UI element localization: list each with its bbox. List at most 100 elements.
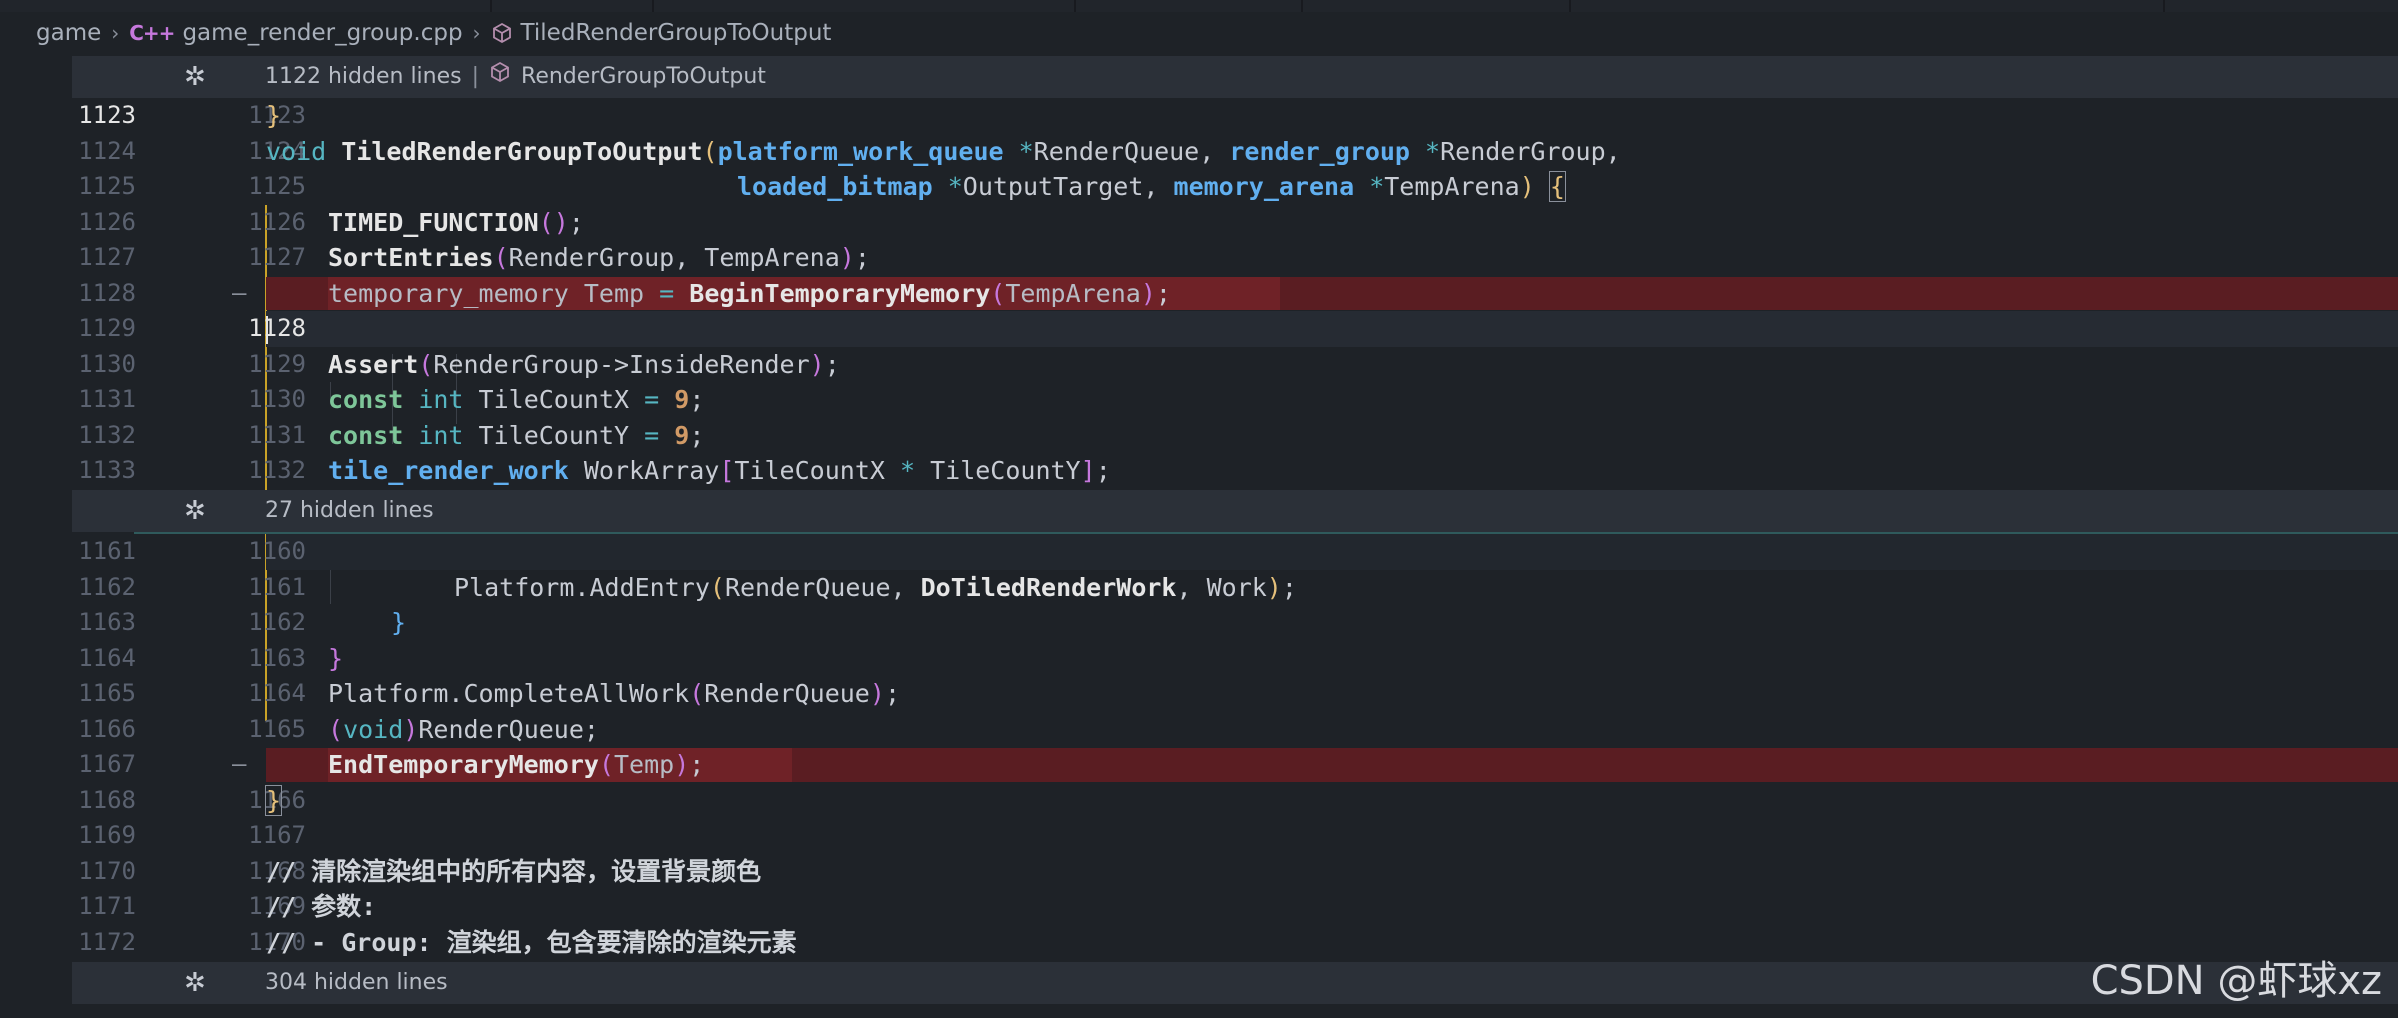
breadcrumb: game › C++ game_render_group.cpp › Tiled… bbox=[0, 12, 2398, 54]
line-number-modified: 1129 bbox=[248, 349, 306, 378]
punctuation: ; bbox=[689, 750, 705, 779]
line-number-modified: 1132 bbox=[248, 456, 306, 484]
code-line[interactable]: 1170 1168 // 清除渲染组中的所有内容，设置背景颜色 bbox=[72, 854, 2398, 890]
current-code-line[interactable]: 1129 1128 bbox=[72, 311, 2398, 347]
line-number-modified: 1166 bbox=[248, 785, 306, 814]
paren: ( bbox=[328, 714, 344, 744]
argument: TempArena bbox=[1005, 278, 1141, 308]
current-line-highlight bbox=[266, 311, 2398, 347]
number: 9 bbox=[674, 420, 690, 450]
code-line[interactable]: 1126 1126 TIMED_FUNCTION(); bbox=[72, 205, 2398, 241]
identifier: WorkArray bbox=[568, 456, 720, 485]
line-number-modified: 1125 bbox=[248, 172, 306, 200]
operator: * bbox=[899, 456, 916, 485]
unfold-icon[interactable]: ✲ bbox=[184, 490, 206, 532]
removed-code-line[interactable]: 1167 — EndTemporaryMemory(Temp); bbox=[72, 747, 2398, 783]
line-highlight bbox=[266, 534, 2398, 570]
code-line[interactable]: 1163 1162 } bbox=[72, 605, 2398, 641]
hidden-lines-bar[interactable]: ✲ 304 hidden lines bbox=[72, 962, 2398, 1004]
code-line[interactable]: 1161 1160 bbox=[72, 534, 2398, 570]
code-line[interactable]: 1162 1161 Platform.AddEntry(RenderQueue,… bbox=[72, 570, 2398, 606]
unfold-icon[interactable]: ✲ bbox=[184, 962, 206, 1004]
type-name: memory_arena bbox=[1173, 172, 1355, 201]
punctuation: ; bbox=[1095, 456, 1111, 485]
line-number-modified: 1162 bbox=[248, 608, 306, 636]
function-name: TIMED_FUNCTION bbox=[328, 207, 539, 237]
chevron-right-icon: › bbox=[472, 21, 481, 45]
line-number-original: 1167 bbox=[78, 750, 136, 778]
line-number-original: 1164 bbox=[78, 643, 136, 672]
identifier: RenderQueue; bbox=[418, 714, 599, 744]
code-line[interactable]: 1132 1131 const int TileCountY = 9; bbox=[72, 418, 2398, 454]
operator: = bbox=[644, 385, 660, 414]
removed-code-line[interactable]: 1128 — temporary_memory Temp = BeginTemp… bbox=[72, 276, 2398, 312]
code-line[interactable]: 1130 1129 Assert(RenderGroup->InsideRend… bbox=[72, 347, 2398, 383]
identifier: RenderQueue bbox=[1033, 136, 1200, 166]
tab-4[interactable] bbox=[1076, 0, 1303, 12]
code-line[interactable]: 1171 1169 // 参数: bbox=[72, 889, 2398, 925]
code-line[interactable]: 1124 1124 void TiledRenderGroupToOutput(… bbox=[72, 134, 2398, 170]
code-line[interactable]: 1123 1123 } bbox=[72, 98, 2398, 134]
line-number-original: 1129 bbox=[78, 314, 136, 342]
code-line[interactable]: 1168 1166 } bbox=[72, 783, 2398, 819]
breadcrumb-file[interactable]: C++ game_render_group.cpp bbox=[129, 20, 462, 46]
breadcrumb-folder[interactable]: game bbox=[36, 20, 101, 46]
line-number-original: 1169 bbox=[78, 821, 136, 849]
bracket: ] bbox=[1080, 456, 1096, 485]
argument: RenderGroup->InsideRender bbox=[433, 349, 810, 379]
code-line[interactable]: 1172 1170 // - Group: 渲染组，包含要清除的渲染元素 bbox=[72, 925, 2398, 961]
hidden-lines-symbol: RenderGroupToOutput bbox=[521, 64, 766, 89]
paren: ) bbox=[403, 714, 419, 744]
unfold-icon[interactable]: ✲ bbox=[184, 56, 206, 98]
operator: = bbox=[659, 278, 675, 308]
punctuation: ; bbox=[568, 207, 584, 237]
type-name: render_group bbox=[1229, 136, 1410, 166]
code-line[interactable]: 1131 1130 const int TileCountX = 9; bbox=[72, 382, 2398, 418]
paren: ) bbox=[1266, 572, 1282, 602]
code-line[interactable]: 1127 1127 SortEntries(RenderGroup, TempA… bbox=[72, 240, 2398, 276]
diff-editor[interactable]: ✲ 1122 hidden lines | RenderGroupToOutpu… bbox=[0, 54, 2398, 1018]
line-number-original: 1162 bbox=[78, 572, 136, 601]
line-number-modified: 1160 bbox=[248, 537, 306, 565]
brace: } bbox=[328, 643, 344, 673]
hidden-lines-count: 1122 hidden lines bbox=[265, 64, 462, 89]
operator: * bbox=[1409, 136, 1441, 166]
line-number-original: 1168 bbox=[78, 785, 136, 814]
line-number-original: 1172 bbox=[78, 927, 136, 956]
code-line[interactable]: 1165 1164 Platform.CompleteAllWork(Rende… bbox=[72, 676, 2398, 712]
code-line[interactable]: 1164 1163 } bbox=[72, 641, 2398, 677]
punctuation: ; bbox=[689, 420, 705, 450]
line-number-original: 1170 bbox=[78, 856, 136, 885]
identifier: TileCountX bbox=[734, 456, 900, 485]
tab-6[interactable] bbox=[1571, 0, 2165, 12]
separator: | bbox=[471, 64, 480, 89]
line-number-original: 1126 bbox=[78, 207, 136, 236]
hidden-lines-bar[interactable]: ✲ 1122 hidden lines | RenderGroupToOutpu… bbox=[72, 56, 2398, 98]
comment: // 清除渲染组中的所有内容，设置背景颜色 bbox=[266, 856, 762, 886]
tab-5[interactable] bbox=[1303, 0, 1571, 12]
breadcrumb-symbol[interactable]: TiledRenderGroupToOutput bbox=[491, 20, 831, 46]
tab-1[interactable] bbox=[0, 0, 492, 12]
hidden-lines-bar[interactable]: ✲ 27 hidden lines bbox=[72, 490, 2398, 532]
tab-2[interactable] bbox=[492, 0, 654, 12]
keyword: const bbox=[328, 420, 404, 450]
brace: { bbox=[1548, 171, 1566, 202]
operator: * bbox=[1354, 172, 1385, 201]
line-number-modified: 1164 bbox=[248, 679, 306, 707]
line-number-original: 1123 bbox=[78, 101, 136, 129]
operator: * bbox=[932, 172, 963, 201]
type-name: loaded_bitmap bbox=[737, 172, 933, 201]
paren: () bbox=[538, 207, 569, 237]
argument: , Work bbox=[1176, 572, 1267, 602]
code-line[interactable]: 1133 1132 tile_render_work WorkArray[Til… bbox=[72, 453, 2398, 489]
code-line[interactable]: 1169 1167 bbox=[72, 818, 2398, 854]
paren: ) bbox=[1519, 172, 1535, 201]
code-line[interactable]: 1166 1165 (void)RenderQueue; bbox=[72, 712, 2398, 748]
code-line[interactable]: 1125 1125 loaded_bitmap *OutputTarget, m… bbox=[72, 169, 2398, 205]
paren: ( bbox=[598, 750, 614, 779]
line-number-original: 1130 bbox=[78, 349, 136, 378]
function-name: TiledRenderGroupToOutput bbox=[341, 136, 703, 166]
declaration: temporary_memory Temp bbox=[328, 278, 660, 308]
method-cube-icon bbox=[489, 56, 511, 98]
tab-3[interactable] bbox=[654, 0, 1076, 12]
